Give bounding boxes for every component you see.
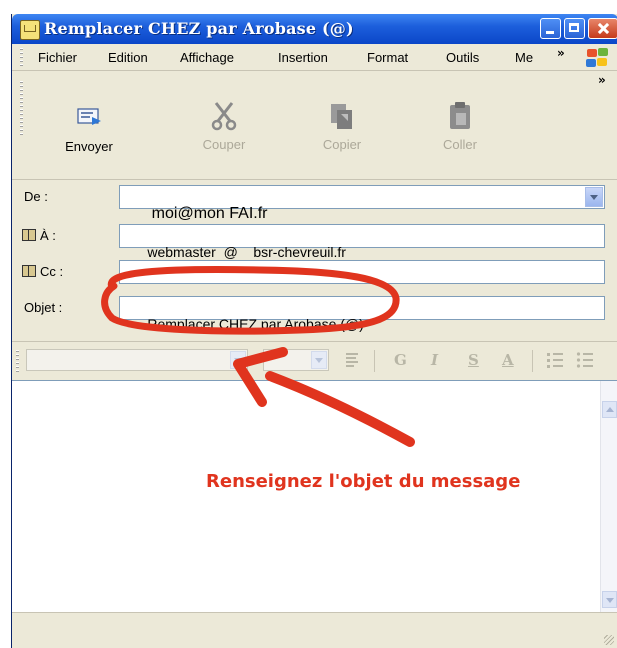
cut-button[interactable]: Couper: [184, 101, 264, 152]
send-icon: [75, 103, 103, 131]
italic-button[interactable]: I: [431, 351, 438, 369]
subject-field[interactable]: Remplacer CHEZ par Arobase (@): [119, 296, 605, 332]
bullet-list-icon[interactable]: [576, 351, 594, 373]
to-label: À :: [40, 228, 56, 243]
from-label: De :: [24, 189, 48, 204]
paragraph-style-icon[interactable]: [344, 351, 362, 373]
message-window: Remplacer CHEZ par Arobase (@) Fichier E…: [11, 14, 617, 648]
maximize-button[interactable]: [564, 18, 585, 39]
vertical-scrollbar[interactable]: [600, 381, 617, 613]
paste-button[interactable]: Coller: [420, 101, 500, 152]
separator: [374, 350, 375, 372]
send-button[interactable]: Envoyer: [49, 103, 129, 154]
menu-affichage[interactable]: Affichage: [180, 50, 234, 65]
paste-label: Coller: [443, 137, 477, 152]
window-title: Remplacer CHEZ par Arobase (@): [44, 19, 354, 38]
message-body[interactable]: Renseignez l'objet du message: [12, 380, 617, 613]
main-toolbar: » Envoyer Couper Copier Coller: [12, 71, 617, 180]
toolbar-overflow-chevron-icon[interactable]: »: [598, 73, 606, 87]
menu-message[interactable]: Me: [515, 50, 533, 65]
copy-button[interactable]: Copier: [302, 101, 382, 152]
menu-outils[interactable]: Outils: [446, 50, 479, 65]
cc-field[interactable]: [119, 260, 605, 284]
bold-button[interactable]: G: [394, 351, 407, 369]
menu-bar: Fichier Edition Affichage Insertion Form…: [12, 44, 617, 71]
close-button[interactable]: [588, 18, 617, 39]
from-select[interactable]: moi@mon FAI.fr: [119, 185, 605, 222]
cc-label-group: Cc :: [22, 264, 63, 279]
format-grip[interactable]: [16, 350, 19, 372]
chevron-down-icon[interactable]: [585, 187, 603, 207]
font-name-select[interactable]: [26, 349, 248, 371]
chevron-down-icon[interactable]: [230, 351, 246, 369]
scroll-up-icon[interactable]: [602, 401, 617, 418]
menu-edition[interactable]: Edition: [108, 50, 148, 65]
menu-insertion[interactable]: Insertion: [278, 50, 328, 65]
title-bar[interactable]: Remplacer CHEZ par Arobase (@): [12, 14, 617, 44]
address-book-icon[interactable]: [22, 265, 36, 277]
menu-format[interactable]: Format: [367, 50, 408, 65]
header-fields: De : moi@mon FAI.fr À : webmaster @ bsr-…: [12, 180, 617, 340]
underline-button[interactable]: S: [468, 351, 479, 369]
status-bar: [12, 612, 617, 648]
annotation-text: Renseignez l'objet du message: [206, 471, 521, 492]
to-value: webmaster @ bsr-chevreuil.fr: [147, 244, 346, 260]
paste-clipboard-icon: [446, 101, 474, 129]
menu-grip[interactable]: [20, 48, 23, 66]
to-label-group: À :: [22, 228, 56, 243]
subject-label: Objet :: [24, 300, 63, 315]
copy-label: Copier: [322, 137, 362, 152]
toolbar-grip[interactable]: [20, 81, 23, 137]
format-toolbar: G I S A: [12, 341, 617, 381]
separator: [532, 350, 533, 372]
cut-label: Couper: [202, 137, 246, 152]
address-book-icon[interactable]: [22, 229, 36, 241]
menu-fichier[interactable]: Fichier: [38, 50, 77, 65]
scroll-down-icon[interactable]: [602, 591, 617, 608]
chevron-down-icon[interactable]: [311, 351, 327, 369]
font-size-select[interactable]: [263, 349, 329, 371]
send-label: Envoyer: [65, 139, 113, 154]
copy-icon: [328, 101, 356, 129]
numbered-list-icon[interactable]: [546, 351, 564, 373]
to-field[interactable]: webmaster @ bsr-chevreuil.fr: [119, 224, 605, 260]
new-message-icon: [20, 20, 40, 40]
from-value: moi@mon FAI.fr: [151, 205, 268, 222]
scissors-icon: [210, 101, 238, 131]
subject-value: Remplacer CHEZ par Arobase (@): [147, 316, 364, 332]
cc-label: Cc :: [40, 264, 64, 279]
windows-logo-icon: [586, 48, 610, 68]
resize-grip-icon[interactable]: [604, 635, 614, 645]
minimize-button[interactable]: [540, 18, 561, 39]
font-color-button[interactable]: A: [502, 351, 514, 369]
menu-overflow-chevron-icon[interactable]: »: [557, 46, 565, 60]
